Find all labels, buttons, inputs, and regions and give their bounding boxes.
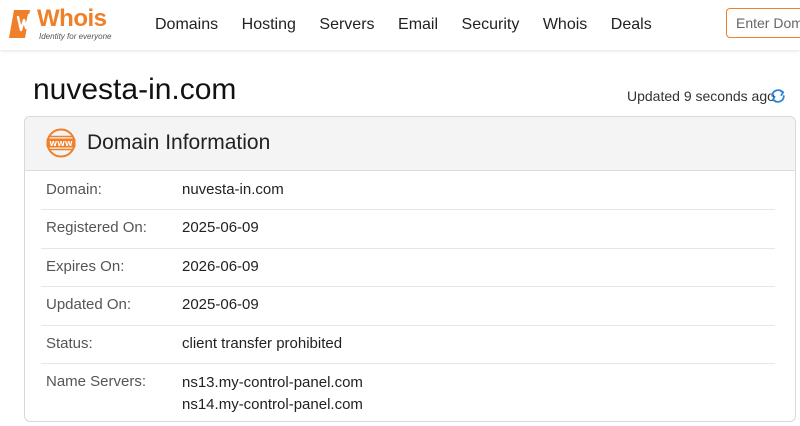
domain-info-table: Domain: nuvesta-in.com Registered On: 20… xyxy=(25,171,795,413)
row-label: Status: xyxy=(46,334,93,352)
domain-search-input[interactable] xyxy=(726,8,800,38)
www-globe-icon: WWW xyxy=(46,128,76,158)
row-divider xyxy=(41,209,775,211)
row-divider xyxy=(41,362,775,364)
info-row-status: Status: client transfer prohibited xyxy=(25,324,795,363)
row-divider xyxy=(41,324,775,326)
row-label: Registered On: xyxy=(46,219,147,237)
name-server-list: ns13.my-control-panel.com ns14.my-contro… xyxy=(182,372,363,416)
row-divider xyxy=(41,247,775,249)
refresh-icon[interactable] xyxy=(769,87,787,105)
whois-logo[interactable]: Whois Identity for everyone xyxy=(8,5,133,44)
row-value: 2025-06-09 xyxy=(182,296,259,314)
info-row-updated-on: Updated On: 2025-06-09 xyxy=(25,286,795,324)
svg-text:WWW: WWW xyxy=(49,140,72,148)
nav-deals[interactable]: Deals xyxy=(611,0,652,50)
row-value: 2025-06-09 xyxy=(182,219,259,237)
row-divider xyxy=(41,286,775,288)
top-navbar: Whois Identity for everyone Domains Host… xyxy=(0,0,800,50)
info-row-name-servers: Name Servers: ns13.my-control-panel.com … xyxy=(25,362,795,413)
info-row-registered-on: Registered On: 2025-06-09 xyxy=(25,209,795,247)
main-nav: Domains Hosting Servers Email Security W… xyxy=(155,0,675,50)
row-label: Name Servers: xyxy=(46,372,147,390)
nav-servers[interactable]: Servers xyxy=(319,0,374,50)
row-value: 2026-06-09 xyxy=(182,257,259,275)
nav-hosting[interactable]: Hosting xyxy=(242,0,296,50)
name-server-item: ns14.my-control-panel.com xyxy=(182,395,363,413)
row-label: Updated On: xyxy=(46,296,132,314)
page-title: nuvesta-in.com xyxy=(33,73,237,106)
nav-domains[interactable]: Domains xyxy=(155,0,218,50)
whois-logo-icon xyxy=(9,10,31,38)
row-value: nuvesta-in.com xyxy=(182,181,284,198)
row-value: client transfer prohibited xyxy=(182,334,343,352)
row-label: Domain: xyxy=(46,181,102,198)
card-header: WWW Domain Information xyxy=(25,117,795,171)
nav-whois[interactable]: Whois xyxy=(543,0,587,50)
logo-wordmark: Whois xyxy=(37,5,107,32)
logo-tagline: Identity for everyone xyxy=(39,32,112,41)
nav-email[interactable]: Email xyxy=(398,0,438,50)
row-label: Expires On: xyxy=(46,257,125,275)
card-title: Domain Information xyxy=(87,131,271,154)
info-row-domain: Domain: nuvesta-in.com xyxy=(25,171,795,209)
nav-security[interactable]: Security xyxy=(462,0,520,50)
updated-status: Updated 9 seconds ago xyxy=(627,88,775,104)
info-row-expires-on: Expires On: 2026-06-09 xyxy=(25,247,795,286)
name-server-item: ns13.my-control-panel.com xyxy=(182,373,363,391)
domain-information-card: WWW Domain Information Domain: nuvesta-i… xyxy=(24,116,796,422)
